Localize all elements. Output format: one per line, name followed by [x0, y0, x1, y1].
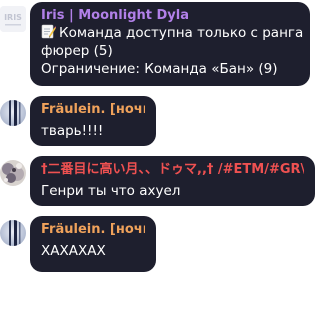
sender-name[interactable]: Iris | Moonlight Dyla [41, 8, 299, 24]
avatar[interactable]: IRIS [0, 6, 26, 32]
message-bubble[interactable]: †二番目に高い月、、ドゥマ,,† /#ETM/#GR\\ Генри ты чт… [30, 156, 315, 206]
chat-message: †二番目に高い月、、ドゥマ,,† /#ETM/#GR\\ Генри ты чт… [0, 154, 317, 210]
avatar-label: IRIS [4, 13, 22, 22]
message-text-line: ХАХАХАХ [41, 243, 106, 259]
chat-message: IRIS Iris | Moonlight Dyla Команда досту… [0, 0, 317, 88]
message-text-line: тварь!!!! [41, 123, 104, 139]
sender-name[interactable]: †二番目に高い月、、ドゥマ,,† /#ETM/#GR\\ [41, 162, 304, 178]
avatar-image [0, 220, 26, 246]
message-text-line: Ограничение: Команда «Бан» (9) [41, 61, 278, 77]
avatar[interactable] [0, 220, 26, 246]
message-bubble[interactable]: Fräulein. [ночь] тварь!!!! [30, 96, 156, 146]
avatar[interactable] [0, 160, 26, 186]
memo-icon [41, 24, 56, 39]
avatar-image [0, 100, 26, 126]
chat-message: Fräulein. [ночь] ХАХАХАХ [0, 214, 317, 272]
avatar-image [0, 160, 26, 186]
message-bubble[interactable]: Fräulein. [ночь] ХАХАХАХ [30, 216, 156, 272]
avatar[interactable] [0, 100, 26, 126]
sender-name[interactable]: Fräulein. [ночь] [41, 102, 145, 118]
sender-name[interactable]: Fräulein. [ночь] [41, 222, 145, 238]
message-text-line: фюрер (5) [41, 43, 113, 59]
message-bubble[interactable]: Iris | Moonlight Dyla Команда доступна т… [30, 2, 310, 86]
message-text-line: Генри ты что ахуел [41, 183, 181, 199]
message-text-line: Команда доступна только с ранга [41, 24, 303, 42]
iris-logo-icon: IRIS [0, 6, 26, 32]
chat-message: Fräulein. [ночь] тварь!!!! [0, 94, 317, 150]
